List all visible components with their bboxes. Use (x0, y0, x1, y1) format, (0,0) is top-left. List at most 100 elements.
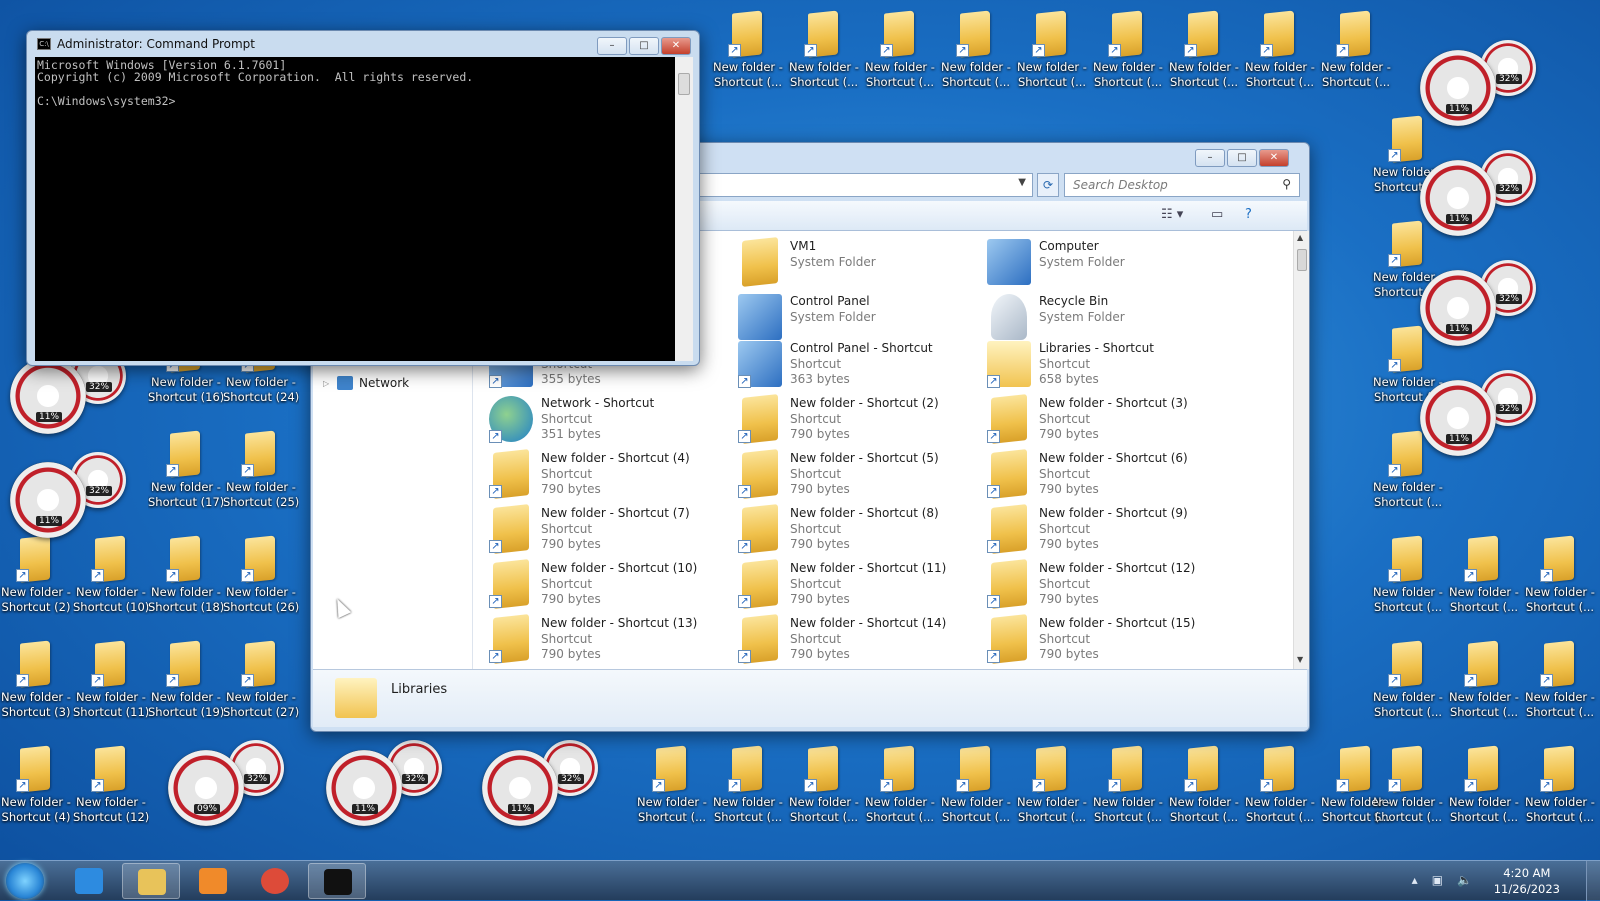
desktop-shortcut[interactable]: ↗ New folder - Shortcut (4) (0, 739, 74, 843)
desktop-shortcut[interactable]: ↗ New folder - Shortcut (... (1446, 529, 1522, 633)
file-item[interactable]: ↗ New folder - Shortcut (15) Shortcut 790 b… (983, 614, 1233, 666)
cmd-scroll-thumb[interactable] (678, 73, 690, 95)
desktop-shortcut[interactable]: ↗ New folder - Shortcut (27) (223, 634, 299, 738)
cmd-scrollbar[interactable] (675, 57, 693, 361)
scroll-down-icon[interactable]: ▼ (1297, 655, 1303, 664)
desktop-shortcut[interactable]: ↗ New folder - Shortcut (18) (148, 529, 224, 633)
search-icon[interactable]: ⚲ (1282, 177, 1291, 191)
desktop-shortcut[interactable]: ↗ New folder - Shortcut (... (1014, 739, 1090, 843)
file-item[interactable]: ↗ New folder - Shortcut (13) Shortcut 790 b… (485, 614, 735, 666)
desktop-shortcut[interactable]: ↗ New folder - Shortcut (17) (148, 424, 224, 528)
desktop-shortcut[interactable]: ↗ New folder - Shortcut (10) (73, 529, 149, 633)
cpu-meter-gadget[interactable]: 11% 32% (1420, 370, 1560, 460)
file-item[interactable]: Computer System Folder (983, 237, 1233, 289)
desktop-shortcut[interactable]: ↗ New folder - Shortcut (... (1318, 4, 1394, 108)
file-item[interactable]: ↗ Control Panel - Shortcut Shortcut 363 byt… (734, 339, 984, 391)
file-item[interactable]: ↗ New folder - Shortcut (4) Shortcut 790 by… (485, 449, 735, 501)
desktop-shortcut[interactable]: ↗ New folder - Shortcut (... (710, 4, 786, 108)
explorer-maximize-button[interactable]: □ (1227, 149, 1257, 167)
file-item[interactable]: ↗ New folder - Shortcut (9) Shortcut 790 by… (983, 504, 1233, 556)
file-item[interactable]: ↗ New folder - Shortcut (10) Shortcut 790 b… (485, 559, 735, 611)
change-view-icon[interactable]: ☷ ▾ (1161, 207, 1183, 222)
network-tray-icon[interactable]: ▣ (1432, 873, 1443, 887)
desktop-shortcut[interactable]: ↗ New folder - Shortcut (... (862, 739, 938, 843)
cmd-console[interactable]: Microsoft Windows [Version 6.1.7601] Copy… (35, 57, 675, 361)
cpu-meter-gadget[interactable]: 11% 32% (1420, 150, 1560, 240)
file-item[interactable]: ↗ New folder - Shortcut (6) Shortcut 790 by… (983, 449, 1233, 501)
cmd-maximize-button[interactable]: □ (629, 37, 659, 55)
file-item[interactable]: ↗ New folder - Shortcut (2) Shortcut 790 by… (734, 394, 984, 446)
file-item[interactable]: Recycle Bin System Folder (983, 292, 1233, 344)
cpu-meter-gadget[interactable]: 09% 32% (168, 740, 308, 830)
search-input[interactable]: Search Desktop ⚲ (1064, 173, 1300, 197)
taskbar-media-player-button[interactable] (184, 863, 242, 899)
refresh-icon[interactable]: ⟳ (1037, 173, 1059, 197)
file-item[interactable]: ↗ New folder - Shortcut (3) Shortcut 790 by… (983, 394, 1233, 446)
help-icon[interactable]: ? (1245, 207, 1252, 222)
tray-expand-icon[interactable]: ▴ (1412, 873, 1418, 887)
desktop-shortcut[interactable]: ↗ New folder - Shortcut (25) (223, 424, 299, 528)
desktop-shortcut[interactable]: ↗ New folder - Shortcut (... (862, 4, 938, 108)
desktop-shortcut[interactable]: ↗ New folder - Shortcut (... (938, 4, 1014, 108)
start-button[interactable] (6, 863, 44, 899)
desktop-shortcut[interactable]: ↗ New folder - Shortcut (... (1166, 739, 1242, 843)
file-item[interactable]: ↗ New folder - Shortcut (12) Shortcut 790 b… (983, 559, 1233, 611)
desktop-shortcut[interactable]: ↗ New folder - Shortcut (... (1522, 634, 1598, 738)
explorer-close-button[interactable]: ✕ (1259, 149, 1289, 167)
desktop-shortcut[interactable]: ↗ New folder - Shortcut (26) (223, 529, 299, 633)
desktop-shortcut[interactable]: ↗ New folder - Shortcut (... (1522, 529, 1598, 633)
cpu-meter-gadget[interactable]: 11% 32% (10, 452, 150, 542)
file-item[interactable]: ↗ Libraries - Shortcut Shortcut 658 bytes (983, 339, 1233, 391)
desktop-shortcut[interactable]: ↗ New folder - Shortcut (... (1370, 529, 1446, 633)
file-item[interactable]: ↗ New folder - Shortcut (5) Shortcut 790 by… (734, 449, 984, 501)
cmd-minimize-button[interactable]: – (597, 37, 627, 55)
desktop-shortcut[interactable]: ↗ New folder - Shortcut (12) (73, 739, 149, 843)
desktop-shortcut[interactable]: ↗ New folder - Shortcut (... (634, 739, 710, 843)
desktop-shortcut[interactable]: ↗ New folder - Shortcut (... (1446, 634, 1522, 738)
show-desktop-button[interactable] (1586, 861, 1600, 901)
cpu-meter-gadget[interactable]: 11% 32% (482, 740, 622, 830)
file-list-scrollbar[interactable]: ▲ ▼ (1293, 231, 1309, 669)
clock[interactable]: 4:20 AM 11/26/2023 (1494, 865, 1560, 897)
desktop-shortcut[interactable]: ↗ New folder - Shortcut (... (1318, 739, 1394, 843)
taskbar-chrome-button[interactable] (246, 863, 304, 899)
desktop-shortcut[interactable]: ↗ New folder - Shortcut (2) (0, 529, 74, 633)
preview-pane-icon[interactable]: ▭ (1211, 207, 1223, 222)
file-item[interactable]: ↗ New folder - Shortcut (8) Shortcut 790 by… (734, 504, 984, 556)
cmd-close-button[interactable]: ✕ (661, 37, 691, 55)
desktop-shortcut[interactable]: ↗ New folder - Shortcut (... (786, 739, 862, 843)
desktop-shortcut[interactable]: ↗ New folder - Shortcut (... (938, 739, 1014, 843)
command-prompt-window[interactable]: C:\ Administrator: Command Prompt – □ ✕ … (26, 30, 700, 366)
file-item[interactable]: Control Panel System Folder (734, 292, 984, 344)
cpu-meter-gadget[interactable]: 11% 32% (1420, 260, 1560, 350)
address-dropdown-icon[interactable]: ▼ (1018, 177, 1026, 188)
taskbar-command-prompt-button[interactable] (308, 863, 366, 899)
desktop-shortcut[interactable]: ↗ New folder - Shortcut (... (1446, 739, 1522, 843)
file-item[interactable]: ↗ New folder - Shortcut (14) Shortcut 790 b… (734, 614, 984, 666)
file-item[interactable]: VM1 System Folder (734, 237, 984, 289)
taskbar-internet-explorer-button[interactable] (60, 863, 118, 899)
desktop-shortcut[interactable]: ↗ New folder - Shortcut (11) (73, 634, 149, 738)
desktop-shortcut[interactable]: ↗ New folder - Shortcut (... (1522, 739, 1598, 843)
file-item[interactable]: ↗ New folder - Shortcut (7) Shortcut 790 by… (485, 504, 735, 556)
cpu-meter-gadget[interactable]: 11% 32% (1420, 40, 1560, 130)
file-item[interactable]: ↗ New folder - Shortcut (11) Shortcut 790 b… (734, 559, 984, 611)
desktop-shortcut[interactable]: ↗ New folder - Shortcut (... (1166, 4, 1242, 108)
desktop-shortcut[interactable]: ↗ New folder - Shortcut (... (786, 4, 862, 108)
file-item[interactable]: ↗ Network - Shortcut Shortcut 351 bytes (485, 394, 735, 446)
explorer-minimize-button[interactable]: – (1195, 149, 1225, 167)
volume-muted-icon[interactable]: 🔈 (1457, 873, 1472, 887)
desktop-shortcut[interactable]: ↗ New folder - Shortcut (3) (0, 634, 74, 738)
desktop-shortcut[interactable]: ↗ New folder - Shortcut (... (1242, 4, 1318, 108)
cpu-meter-gadget[interactable]: 11% 32% (326, 740, 466, 830)
desktop-shortcut[interactable]: ↗ New folder - Shortcut (... (1090, 4, 1166, 108)
desktop-shortcut[interactable]: ↗ New folder - Shortcut (19) (148, 634, 224, 738)
desktop-shortcut[interactable]: ↗ New folder - Shortcut (... (1242, 739, 1318, 843)
desktop-shortcut[interactable]: ↗ New folder - Shortcut (... (1014, 4, 1090, 108)
scroll-up-icon[interactable]: ▲ (1297, 233, 1303, 242)
desktop-shortcut[interactable]: ↗ New folder - Shortcut (... (710, 739, 786, 843)
nav-item-network[interactable]: ▷ Network (323, 376, 409, 390)
expand-arrow-icon[interactable]: ▷ (323, 379, 331, 388)
desktop-shortcut[interactable]: ↗ New folder - Shortcut (... (1090, 739, 1166, 843)
scroll-thumb[interactable] (1297, 249, 1307, 271)
